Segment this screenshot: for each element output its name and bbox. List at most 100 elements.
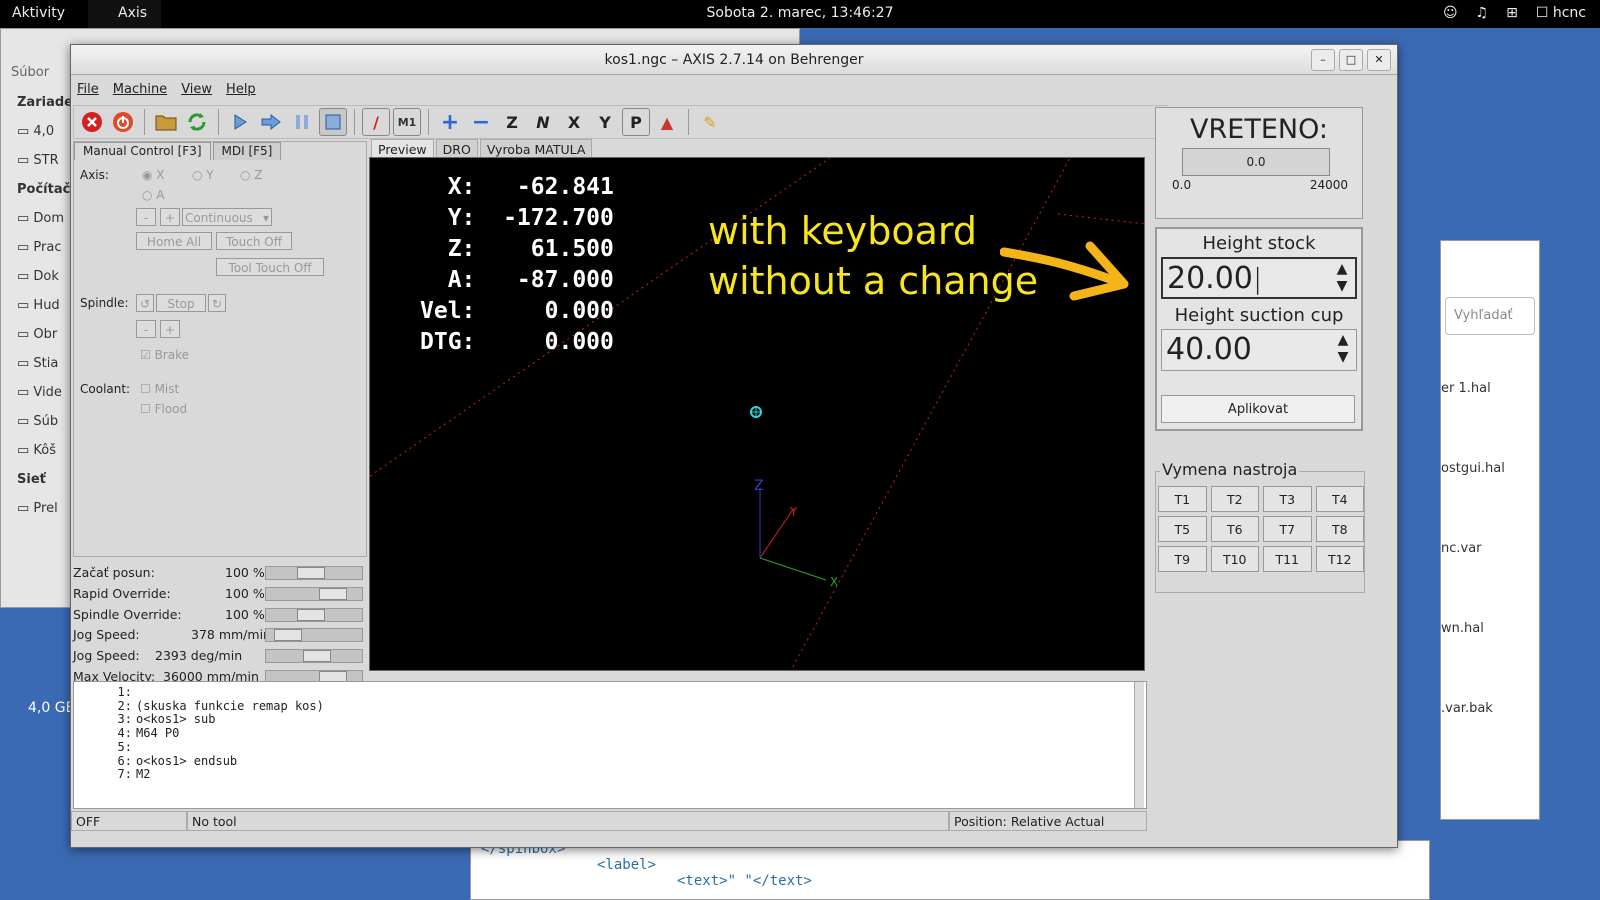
menu-machine[interactable]: Machine (113, 82, 167, 103)
tool-button-t6[interactable]: T6 (1210, 516, 1259, 542)
touch-off-button[interactable]: Touch Off (216, 232, 292, 250)
axis-radio-a[interactable]: ○ A (142, 188, 165, 202)
menu-view[interactable]: View (181, 82, 212, 103)
tool-touch-off-button[interactable]: Tool Touch Off (216, 258, 324, 276)
sidebar-item[interactable]: ▭ STR (1, 147, 76, 176)
stop-program-icon[interactable] (319, 108, 347, 136)
preview-canvas[interactable]: Z Y X X: -62.841 Y: -172.700 Z: 61.500 A… (369, 157, 1145, 671)
gcode-view[interactable]: 1: 2: (skuska funkcie remap kos) 3: o<kos1> … (73, 681, 1147, 809)
tool-button-t3[interactable]: T3 (1263, 486, 1312, 512)
axis-radio-x[interactable]: ◉ X (142, 168, 165, 182)
step-icon[interactable] (257, 108, 285, 136)
tool-button-t10[interactable]: T10 (1210, 546, 1259, 572)
sidebar-item[interactable]: ▭ Hud (1, 292, 76, 321)
rotate-view-icon[interactable]: ▲ (653, 108, 681, 136)
tab-mdi[interactable]: MDI [F5] (212, 142, 282, 160)
flood-checkbox[interactable]: ☐ Flood (140, 402, 187, 416)
axis-radio-y[interactable]: ○ Y (192, 168, 214, 182)
minimize-button[interactable]: – (1311, 49, 1335, 71)
run-icon[interactable] (226, 108, 254, 136)
pause-icon[interactable] (288, 108, 316, 136)
slider-thumb[interactable] (296, 567, 325, 579)
view-p-icon[interactable]: P (622, 108, 650, 136)
slider-thumb[interactable] (296, 608, 325, 621)
slider-thumb[interactable] (274, 629, 303, 642)
menu-file[interactable]: File (77, 82, 99, 103)
volume-icon[interactable]: ♫ (1476, 5, 1489, 21)
sidebar-item[interactable]: ▭ Vide (1, 379, 76, 408)
axis-radio-z[interactable]: ○ Z (240, 168, 263, 182)
spindle-cw-icon[interactable]: ↻ (208, 294, 226, 312)
title-bar[interactable]: kos1.ngc – AXIS 2.7.14 on Behrenger – □ … (71, 45, 1397, 75)
tool-button-t11[interactable]: T11 (1263, 546, 1312, 572)
sidebar-item[interactable]: ▭ Dom (1, 205, 76, 234)
network-icon[interactable]: ⊞ (1506, 5, 1518, 21)
tab-preview[interactable]: Preview (371, 139, 434, 159)
height-cup-spinbox[interactable]: 40.00 ▲ ▼ (1161, 329, 1357, 371)
jog-minus-button[interactable]: - (136, 208, 156, 226)
spin-arrows-icon[interactable]: ▲ ▼ (1331, 261, 1353, 297)
zoom-out-icon[interactable]: − (467, 108, 495, 136)
close-button[interactable]: ✕ (1367, 49, 1391, 71)
block-delete-icon[interactable]: / (362, 108, 390, 136)
jog-mode-select[interactable]: Continuous ▾ (182, 208, 272, 226)
override-slider[interactable] (265, 586, 363, 601)
file-item[interactable]: .var.bak (1441, 661, 1541, 741)
spindle-ccw-icon[interactable]: ↺ (136, 294, 154, 312)
sidebar-item[interactable]: ▭ 4,0 (1, 118, 76, 147)
spindle-stop-button[interactable]: Stop (156, 294, 206, 312)
spindle-plus-button[interactable]: + (160, 320, 180, 338)
tool-button-t7[interactable]: T7 (1263, 516, 1312, 542)
maximize-button[interactable]: □ (1339, 49, 1363, 71)
reload-icon[interactable] (183, 108, 211, 136)
jog-plus-button[interactable]: + (160, 208, 180, 226)
file-item[interactable]: wn.hal (1441, 581, 1541, 661)
tab-dro[interactable]: DRO (435, 139, 478, 159)
override-slider[interactable] (265, 628, 363, 643)
sidebar-item[interactable]: ▭ Obr (1, 321, 76, 350)
file-item[interactable]: nc.var (1441, 501, 1541, 581)
file-item[interactable]: er 1.hal (1441, 341, 1541, 421)
home-all-button[interactable]: Home All (136, 232, 212, 250)
sidebar-item[interactable]: ▭ Súb (1, 408, 76, 437)
file-menu[interactable]: Súbor (1, 59, 76, 86)
optional-stop-icon[interactable]: M1 (393, 108, 421, 136)
sidebar-item[interactable]: ▭ Stia (1, 350, 76, 379)
view-z2-icon[interactable]: N (529, 108, 557, 136)
tool-button-t9[interactable]: T9 (1158, 546, 1207, 572)
height-stock-spinbox[interactable]: 20.00| ▲ ▼ (1161, 257, 1357, 299)
tool-button-t5[interactable]: T5 (1158, 516, 1207, 542)
sidebar-item[interactable]: ▭ Prel (1, 495, 76, 524)
tool-button-t12[interactable]: T12 (1315, 546, 1364, 572)
clear-plot-icon[interactable]: ✎ (696, 108, 724, 136)
clock[interactable]: Sobota 2. marec, 13:46:27 (0, 5, 1600, 21)
open-folder-icon[interactable] (152, 108, 180, 136)
tab-vyroba-matula[interactable]: Vyroba MATULA (479, 139, 593, 159)
sidebar-item[interactable]: ▭ Kôš (1, 437, 76, 466)
slider-thumb[interactable] (303, 650, 332, 663)
menu-help[interactable]: Help (226, 82, 256, 103)
override-slider[interactable] (265, 649, 363, 664)
view-x-icon[interactable]: X (560, 108, 588, 136)
tool-button-t8[interactable]: T8 (1315, 516, 1364, 542)
scrollbar[interactable] (1134, 682, 1144, 808)
override-slider[interactable] (265, 566, 363, 580)
search-input[interactable]: Vyhľadať (1445, 297, 1535, 335)
sidebar-item[interactable]: ▭ Dok (1, 263, 76, 292)
tool-button-t1[interactable]: T1 (1158, 486, 1207, 512)
file-item[interactable]: ostgui.hal (1441, 421, 1541, 501)
spindle-minus-button[interactable]: - (136, 320, 156, 338)
override-slider[interactable] (265, 607, 363, 622)
apply-button[interactable]: Aplikovat (1161, 395, 1355, 423)
tool-button-t2[interactable]: T2 (1210, 486, 1259, 512)
spin-arrows-icon[interactable]: ▲ ▼ (1332, 332, 1354, 368)
view-z-icon[interactable]: Z (498, 108, 526, 136)
tab-manual-control[interactable]: Manual Control [F3] (74, 142, 211, 160)
brake-checkbox[interactable]: ☑ Brake (140, 348, 189, 362)
view-y-icon[interactable]: Y (591, 108, 619, 136)
estop-icon[interactable] (78, 108, 106, 136)
sidebar-item[interactable]: ▭ Prac (1, 234, 76, 263)
accessibility-icon[interactable]: ☺ (1443, 5, 1458, 21)
power-icon[interactable] (109, 108, 137, 136)
user-menu[interactable]: ☐ hcnc (1536, 5, 1586, 21)
